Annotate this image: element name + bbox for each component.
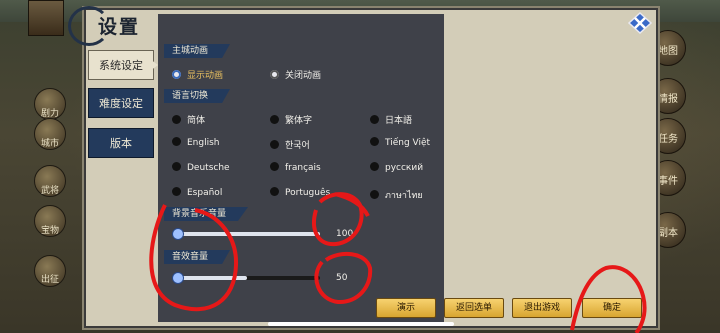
bgm-slider-handle[interactable] xyxy=(172,228,184,240)
right-menu-label-map: 地图 xyxy=(658,46,678,57)
radio-icon xyxy=(370,115,379,124)
tab-active-arrow xyxy=(150,59,158,71)
player-avatar[interactable] xyxy=(28,0,64,36)
language-option[interactable]: русский xyxy=(370,162,424,173)
language-option[interactable]: ภาษาไทย xyxy=(370,188,423,202)
language-label: русский xyxy=(385,163,424,173)
language-option[interactable]: 繁体字 xyxy=(270,113,312,126)
right-menu-label-event: 事件 xyxy=(658,176,678,187)
back-to-menu-button[interactable]: 返回选单 xyxy=(444,298,504,318)
close-icon xyxy=(627,11,653,35)
bgm-slider-fill xyxy=(174,232,320,236)
language-option[interactable]: Deutsche xyxy=(172,162,230,173)
section-sfx-volume: 音效音量 xyxy=(164,250,231,264)
language-label: 日本語 xyxy=(385,116,413,126)
language-option[interactable]: 简体 xyxy=(172,113,205,126)
language-option[interactable]: Tiếng Việt xyxy=(370,137,431,148)
demo-button[interactable]: 演示 xyxy=(376,298,436,318)
tab-version[interactable]: 版本 xyxy=(88,128,154,158)
radio-icon xyxy=(270,140,279,149)
language-label: 繁体字 xyxy=(285,116,313,126)
option-show-animation[interactable]: 显示动画 xyxy=(172,68,223,81)
language-option[interactable]: français xyxy=(270,162,321,173)
radio-icon xyxy=(172,187,181,196)
radio-icon xyxy=(370,190,379,199)
radio-icon xyxy=(270,187,279,196)
radio-icon xyxy=(172,162,181,171)
language-label: 简体 xyxy=(187,116,206,126)
left-menu-label-4: 宝物 xyxy=(40,226,59,236)
bgm-volume-slider[interactable] xyxy=(172,228,320,240)
sfx-volume-value: 50 xyxy=(336,273,348,283)
language-label: ภาษาไทย xyxy=(385,191,423,201)
radio-icon xyxy=(172,137,181,146)
panel-title: 设置 xyxy=(98,16,141,38)
radio-on-icon xyxy=(172,70,181,79)
language-option[interactable]: 日本語 xyxy=(370,113,412,126)
language-label: Tiếng Việt xyxy=(385,138,431,148)
language-label: English xyxy=(187,138,220,148)
sfx-slider-fill xyxy=(174,276,247,280)
home-indicator xyxy=(268,322,454,326)
option-hide-animation-label: 关闭动画 xyxy=(285,71,322,81)
radio-icon xyxy=(172,115,181,124)
option-hide-animation[interactable]: 关闭动画 xyxy=(270,68,321,81)
radio-icon xyxy=(270,115,279,124)
radio-icon xyxy=(370,137,379,146)
language-label: Español xyxy=(187,188,223,198)
bgm-volume-value: 100 xyxy=(336,229,354,239)
exit-game-button[interactable]: 退出游戏 xyxy=(512,298,572,318)
radio-off-icon xyxy=(270,70,279,79)
right-menu-label-dungeon: 副本 xyxy=(658,228,678,239)
language-option[interactable]: Español xyxy=(172,187,223,198)
sfx-volume-slider[interactable] xyxy=(172,272,320,284)
confirm-button[interactable]: 确定 xyxy=(582,298,642,318)
section-main-city-animation: 主城动画 xyxy=(164,44,231,58)
language-label: français xyxy=(285,163,321,173)
tab-difficulty-settings[interactable]: 难度设定 xyxy=(88,88,154,118)
section-bgm-volume: 背景音乐音量 xyxy=(164,207,249,221)
language-option[interactable]: Português xyxy=(270,187,331,198)
sfx-slider-handle[interactable] xyxy=(172,272,184,284)
option-show-animation-label: 显示动画 xyxy=(187,71,224,81)
language-option[interactable]: English xyxy=(172,137,220,148)
close-button[interactable] xyxy=(627,11,653,35)
radio-icon xyxy=(370,162,379,171)
language-label: Português xyxy=(285,188,331,198)
left-menu-label-3: 武将 xyxy=(40,186,59,196)
tab-system-settings[interactable]: 系统设定 xyxy=(88,50,154,80)
left-menu-label-2: 城市 xyxy=(40,139,59,149)
radio-icon xyxy=(270,162,279,171)
language-option[interactable]: 한국어 xyxy=(270,138,310,151)
language-label: 한국어 xyxy=(285,141,310,151)
left-menu-label-5: 出征 xyxy=(40,275,59,285)
right-menu-label-intel: 情报 xyxy=(658,94,678,105)
language-label: Deutsche xyxy=(187,163,230,173)
section-language: 语言切换 xyxy=(164,89,231,103)
right-menu-label-quest: 任务 xyxy=(658,134,678,145)
